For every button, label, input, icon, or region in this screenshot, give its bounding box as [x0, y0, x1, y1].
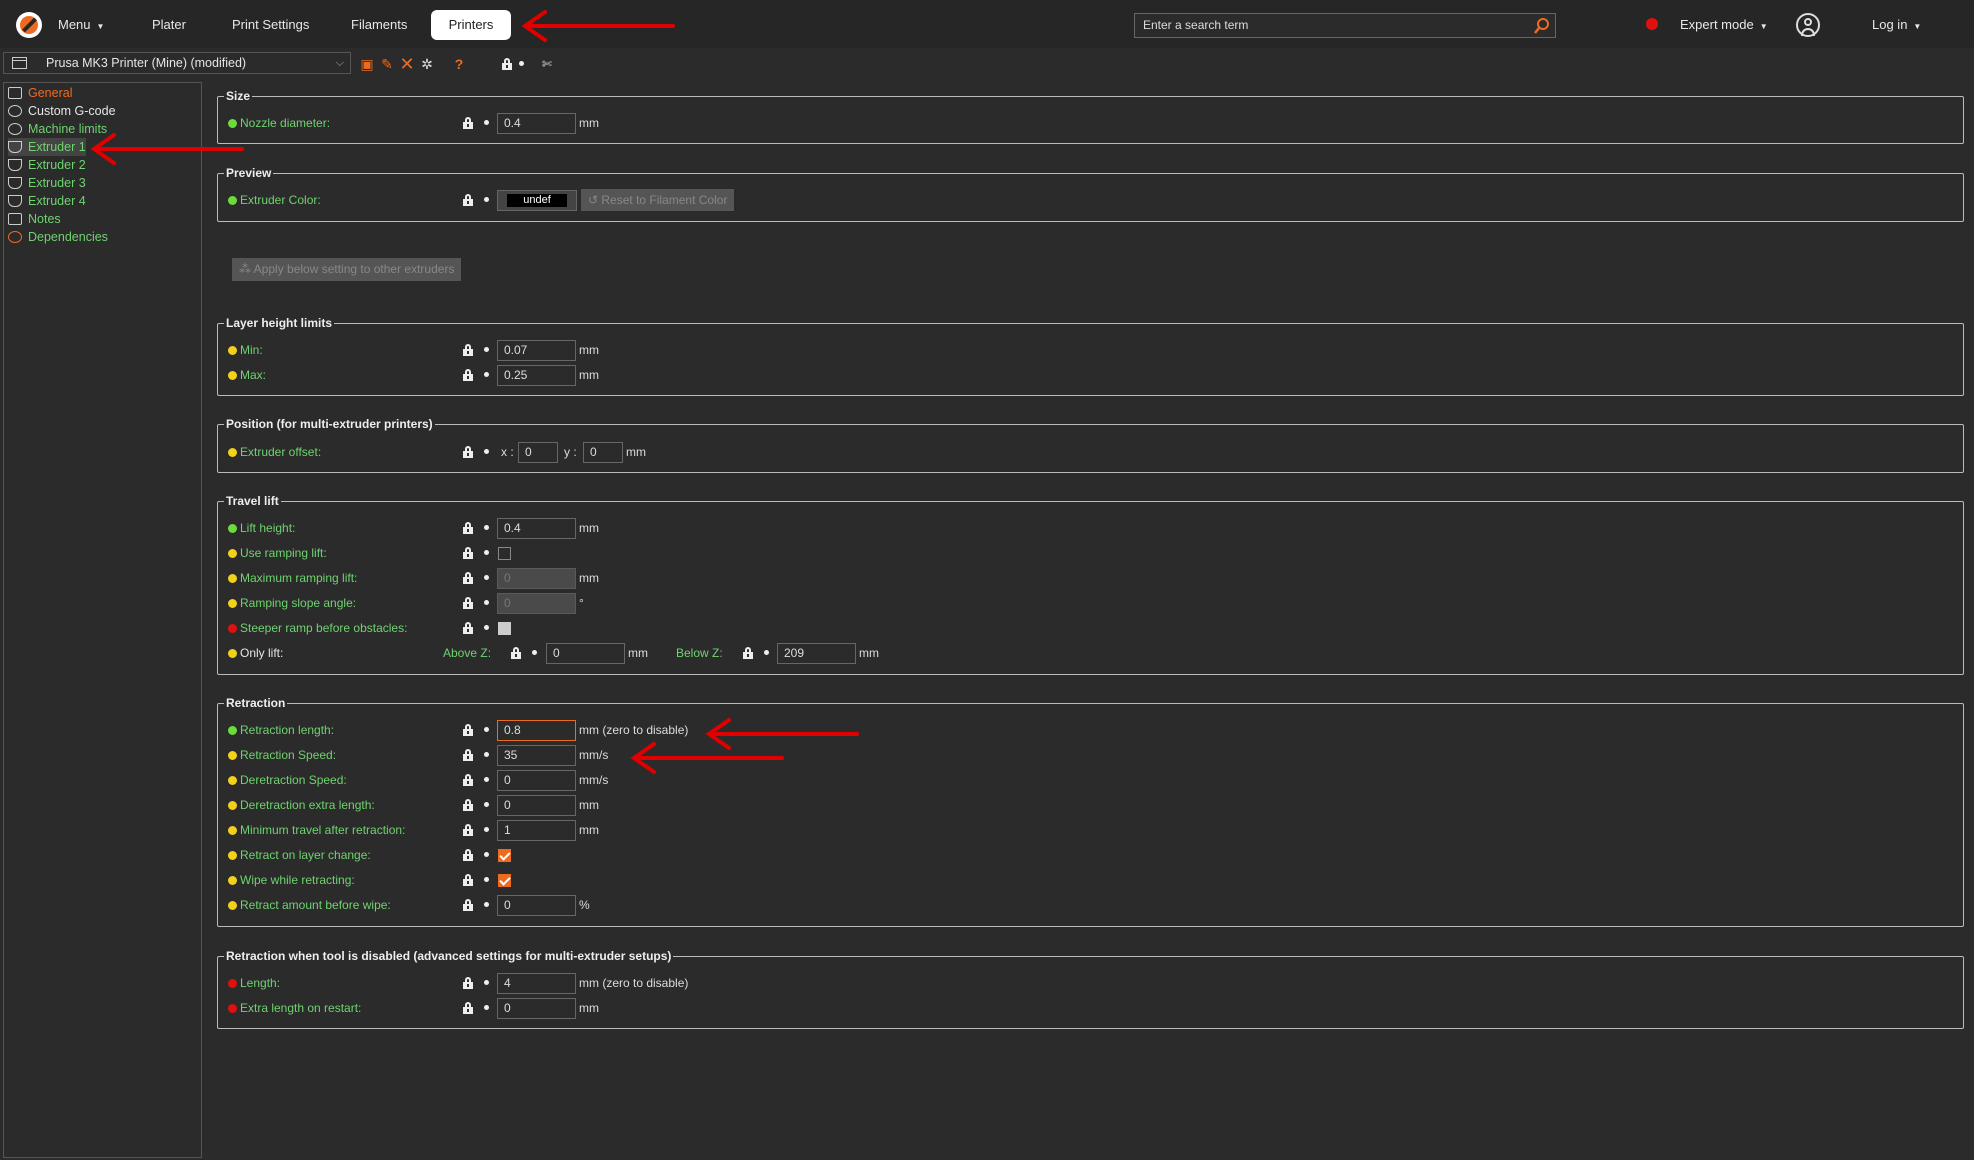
annotation-arrows — [90, 10, 859, 774]
